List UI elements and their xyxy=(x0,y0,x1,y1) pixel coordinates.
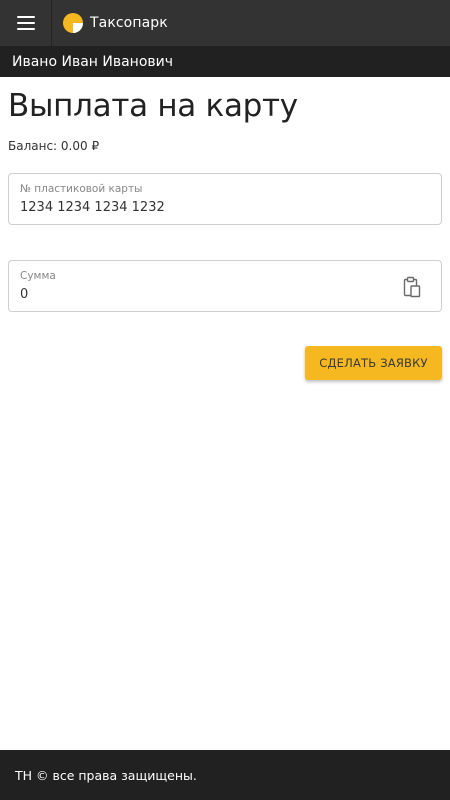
user-full-name: Ивано Иван Иванович xyxy=(12,53,174,70)
brand-name: Таксопарк xyxy=(90,15,168,31)
card-number-label: № пластиковой карты xyxy=(20,183,143,195)
sum-value: 0 xyxy=(20,287,29,302)
page-title: Выплата на карту xyxy=(8,88,298,124)
footer: ТН © все права защищены. xyxy=(0,750,450,800)
card-number-field[interactable]: № пластиковой карты 1234 1234 1234 1232 xyxy=(8,173,442,225)
clipboard-paste-icon[interactable] xyxy=(403,276,421,298)
hamburger-menu-icon xyxy=(16,16,35,30)
balance-text: Баланс: 0.00 ₽ xyxy=(8,139,100,153)
sum-label: Сумма xyxy=(20,270,56,282)
top-app-bar: Таксопарк xyxy=(0,0,450,46)
brand-link[interactable]: Таксопарк xyxy=(62,12,168,34)
submit-request-button[interactable]: СДЕЛАТЬ ЗАЯВКУ xyxy=(305,346,442,380)
footer-copyright: ТН © все права защищены. xyxy=(15,767,197,783)
user-bar: Ивано Иван Иванович xyxy=(0,46,450,77)
sum-field[interactable]: Сумма 0 xyxy=(8,260,442,312)
menu-button[interactable] xyxy=(0,0,52,46)
taxi-logo-icon xyxy=(63,13,83,33)
card-number-value: 1234 1234 1234 1232 xyxy=(20,200,165,215)
